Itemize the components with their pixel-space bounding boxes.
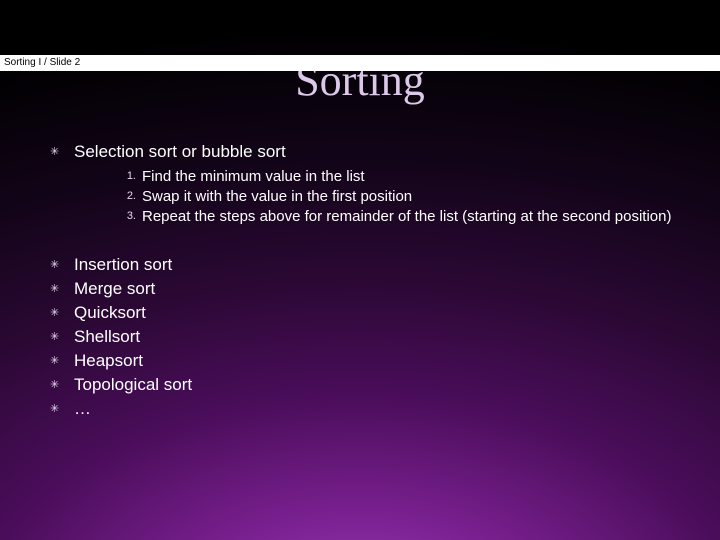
bullet-label: Topological sort xyxy=(74,374,192,396)
step-text: Find the minimum value in the list xyxy=(142,167,365,186)
bullet-label: Merge sort xyxy=(74,278,155,300)
bullet-label: Shellsort xyxy=(74,326,140,348)
asterisk-icon: ✳ xyxy=(50,254,74,276)
bullet-label: … xyxy=(74,398,91,420)
step-number: 2. xyxy=(120,187,142,206)
asterisk-icon: ✳ xyxy=(50,374,74,396)
bullet-label: Selection sort or bubble sort xyxy=(74,141,286,163)
step-text: Swap it with the value in the first posi… xyxy=(142,187,412,206)
asterisk-icon: ✳ xyxy=(50,302,74,324)
step-number: 3. xyxy=(120,207,142,226)
step-text: Repeat the steps above for remainder of … xyxy=(142,207,671,226)
asterisk-icon: ✳ xyxy=(50,141,74,163)
bullet-item: ✳ Shellsort xyxy=(50,326,690,348)
step-item: 1. Find the minimum value in the list xyxy=(120,167,690,186)
bullet-item: ✳ Heapsort xyxy=(50,350,690,372)
slide-header: Sorting I / Slide 2 xyxy=(0,55,720,71)
step-item: 2. Swap it with the value in the first p… xyxy=(120,187,690,206)
asterisk-icon: ✳ xyxy=(50,398,74,420)
step-number: 1. xyxy=(120,167,142,186)
bullet-item: ✳ Selection sort or bubble sort xyxy=(50,141,690,163)
asterisk-icon: ✳ xyxy=(50,326,74,348)
bullet-label: Quicksort xyxy=(74,302,146,324)
numbered-steps: 1. Find the minimum value in the list 2.… xyxy=(120,167,690,226)
bullet-item: ✳ Merge sort xyxy=(50,278,690,300)
bullet-item: ✳ Topological sort xyxy=(50,374,690,396)
slide-content: ✳ Selection sort or bubble sort 1. Find … xyxy=(0,141,720,420)
bullet-label: Insertion sort xyxy=(74,254,172,276)
bullet-item: ✳ Insertion sort xyxy=(50,254,690,276)
header-text: Sorting I / Slide 2 xyxy=(4,57,80,68)
bullet-item: ✳ Quicksort xyxy=(50,302,690,324)
bullet-label: Heapsort xyxy=(74,350,143,372)
asterisk-icon: ✳ xyxy=(50,278,74,300)
asterisk-icon: ✳ xyxy=(50,350,74,372)
bullet-item: ✳ … xyxy=(50,398,690,420)
step-item: 3. Repeat the steps above for remainder … xyxy=(120,207,690,226)
